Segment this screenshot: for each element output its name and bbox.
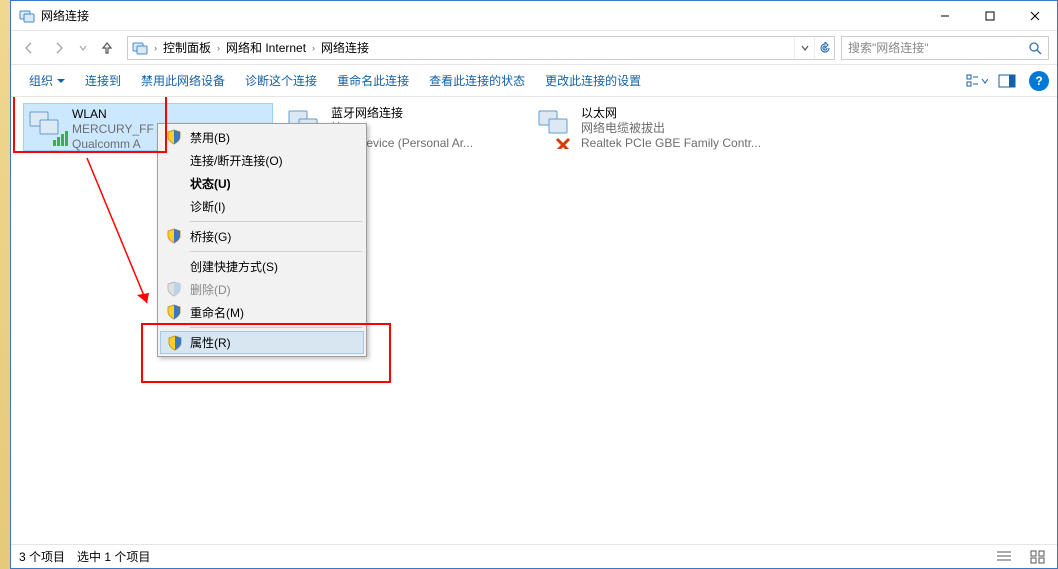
ctx-properties[interactable]: 属性(R) [160, 331, 364, 354]
ethernet-icon [535, 105, 581, 149]
ctx-label: 诊断(I) [190, 198, 225, 215]
separator [190, 327, 362, 328]
search-input[interactable] [842, 41, 1022, 55]
shield-icon [166, 304, 182, 320]
location-icon [132, 40, 148, 56]
ctx-bridge[interactable]: 桥接(G) [160, 225, 364, 248]
separator [190, 221, 362, 222]
ctx-label: 创建快捷方式(S) [190, 258, 278, 275]
disable-device-button[interactable]: 禁用此网络设备 [131, 68, 235, 93]
crumb-network-connections[interactable]: 网络连接 [317, 39, 373, 56]
context-menu: 禁用(B) 连接/断开连接(O) 状态(U) 诊断(I) 桥接(G) 创建快捷方… [157, 123, 367, 357]
ctx-label: 属性(R) [190, 334, 231, 351]
change-settings-button[interactable]: 更改此连接的设置 [535, 68, 651, 93]
chevron-right-icon[interactable]: › [215, 43, 222, 53]
preview-pane-button[interactable] [993, 70, 1021, 92]
titlebar: 网络连接 [11, 1, 1057, 31]
crumb-control-panel[interactable]: 控制面板 [159, 39, 215, 56]
annotation-arrow [77, 153, 167, 323]
diagnose-button[interactable]: 诊断这个连接 [235, 68, 327, 93]
ctx-delete: 删除(D) [160, 278, 364, 301]
command-bar: 组织 连接到 禁用此网络设备 诊断这个连接 重命名此连接 查看此连接的状态 更改… [11, 65, 1057, 97]
connection-device: Realtek PCIe GBE Family Contr... [581, 136, 781, 151]
shield-icon [166, 129, 182, 145]
ctx-label: 禁用(B) [190, 129, 230, 146]
forward-button[interactable] [45, 35, 73, 61]
recent-dropdown[interactable] [75, 35, 91, 61]
large-icons-view-button[interactable] [1027, 548, 1049, 566]
chevron-right-icon[interactable]: › [152, 43, 159, 53]
details-view-button[interactable] [993, 548, 1015, 566]
navigation-bar: › 控制面板 › 网络和 Internet › 网络连接 [11, 31, 1057, 65]
app-icon [19, 8, 35, 24]
ctx-label: 重命名(M) [190, 304, 244, 321]
connect-to-button[interactable]: 连接到 [75, 68, 131, 93]
status-bar: 3 个项目 选中 1 个项目 [11, 544, 1057, 568]
explorer-window: 网络连接 › 控制面板 › 网络和 Internet › 网络连接 [10, 0, 1058, 569]
item-count: 3 个项目 [19, 548, 65, 565]
crumb-network-internet[interactable]: 网络和 Internet [222, 39, 310, 56]
shield-icon [166, 228, 182, 244]
ctx-status[interactable]: 状态(U) [160, 172, 364, 195]
breadcrumb: › 控制面板 › 网络和 Internet › 网络连接 [152, 39, 794, 56]
refresh-button[interactable] [814, 37, 834, 59]
ctx-create-shortcut[interactable]: 创建快捷方式(S) [160, 255, 364, 278]
connection-ethernet[interactable]: 以太网 网络电缆被拔出 Realtek PCIe GBE Family Cont… [533, 103, 783, 151]
connection-name: WLAN [72, 107, 270, 122]
address-dropdown[interactable] [794, 37, 814, 59]
connection-name: 以太网 [581, 106, 781, 121]
connection-status: 网络电缆被拔出 [581, 121, 781, 136]
help-button[interactable]: ? [1029, 71, 1049, 91]
rename-connection-button[interactable]: 重命名此连接 [327, 68, 419, 93]
window-title: 网络连接 [41, 7, 89, 24]
ctx-disable[interactable]: 禁用(B) [160, 126, 364, 149]
shield-icon [167, 335, 183, 351]
ctx-label: 状态(U) [190, 175, 231, 192]
close-button[interactable] [1012, 1, 1057, 30]
separator [190, 251, 362, 252]
view-status-button[interactable]: 查看此连接的状态 [419, 68, 535, 93]
minimize-button[interactable] [922, 1, 967, 30]
chevron-right-icon[interactable]: › [310, 43, 317, 53]
back-button[interactable] [15, 35, 43, 61]
wlan-icon [26, 106, 72, 150]
ctx-connect-disconnect[interactable]: 连接/断开连接(O) [160, 149, 364, 172]
shield-icon [166, 281, 182, 297]
maximize-button[interactable] [967, 1, 1012, 30]
ctx-label: 连接/断开连接(O) [190, 152, 283, 169]
ctx-label: 桥接(G) [190, 228, 231, 245]
connection-name: 蓝牙网络连接 [331, 106, 531, 121]
view-options-button[interactable] [963, 70, 991, 92]
up-button[interactable] [93, 35, 121, 61]
organize-menu[interactable]: 组织 [19, 68, 75, 93]
selected-count: 选中 1 个项目 [77, 548, 150, 565]
ctx-label: 删除(D) [190, 281, 231, 298]
search-icon[interactable] [1022, 37, 1048, 59]
content-area[interactable]: WLAN MERCURY_FF Qualcomm A 蓝牙网络连接 接 ooth… [11, 97, 1057, 544]
address-bar[interactable]: › 控制面板 › 网络和 Internet › 网络连接 [127, 36, 835, 60]
search-box[interactable] [841, 36, 1049, 60]
ctx-diagnose[interactable]: 诊断(I) [160, 195, 364, 218]
ctx-rename[interactable]: 重命名(M) [160, 301, 364, 324]
